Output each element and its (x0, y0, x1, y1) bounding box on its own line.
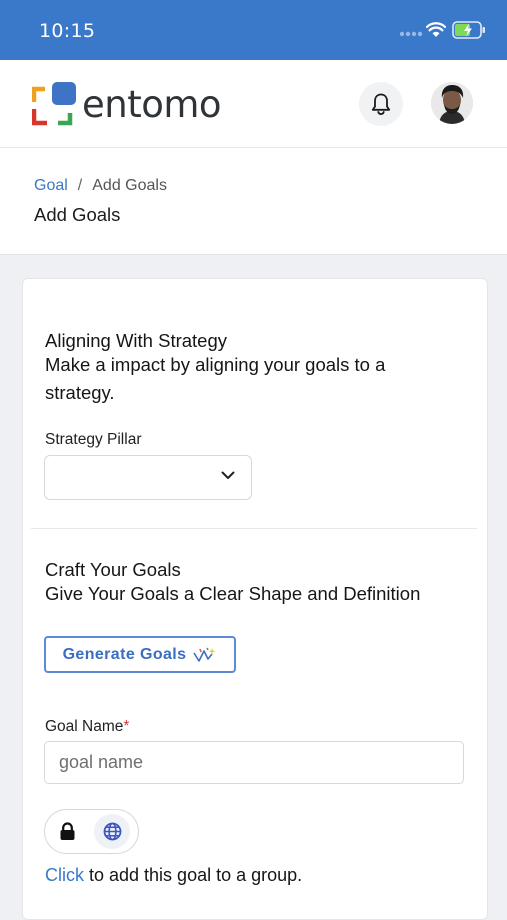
craft-subheading: Give Your Goals a Clear Shape and Defini… (45, 583, 421, 604)
page-title-area: Goal / Add Goals Add Goals (0, 148, 507, 255)
generate-goals-button[interactable]: Generate Goals (44, 636, 236, 673)
breadcrumb: Goal / Add Goals (34, 177, 167, 195)
notifications-button[interactable] (359, 82, 403, 126)
craft-heading: Craft Your Goals (45, 559, 181, 580)
sparkle-icon (193, 647, 216, 662)
lock-icon[interactable] (59, 822, 76, 841)
chevron-down-icon (221, 471, 235, 479)
breadcrumb-goal-link[interactable]: Goal (34, 177, 68, 194)
wifi-icon (426, 22, 446, 37)
strategy-pillar-select[interactable] (44, 455, 252, 500)
user-photo (431, 82, 473, 124)
breadcrumb-separator: / (77, 177, 83, 194)
group-hint-text: to add this goal to a group. (84, 865, 303, 885)
battery-icon (452, 21, 485, 39)
globe-option[interactable] (94, 814, 130, 849)
breadcrumb-current: Add Goals (92, 177, 167, 194)
goal-name-input[interactable] (44, 741, 464, 784)
globe-icon (103, 822, 121, 841)
strategy-subheading: Make a impact by aligning your goals to … (45, 354, 386, 403)
status-bar: 10:15 (0, 0, 507, 60)
generate-goals-label: Generate Goals (62, 645, 187, 663)
status-time: 10:15 (39, 20, 96, 42)
strategy-heading: Aligning With Strategy (45, 330, 228, 351)
app-header: entomo (0, 60, 507, 148)
goal-name-label-text: Goal Name (45, 718, 124, 735)
entomo-logo[interactable] (32, 82, 76, 126)
strategy-pillar-label: Strategy Pillar (45, 431, 142, 448)
required-marker: * (123, 718, 130, 735)
cellular-signal-icon (399, 31, 423, 37)
bell-icon (371, 93, 391, 115)
group-hint: Click to add this goal to a group. (45, 865, 302, 886)
goal-name-label: Goal Name* (45, 718, 129, 736)
visibility-toggle[interactable] (44, 809, 139, 854)
user-avatar[interactable] (431, 82, 473, 124)
page-title: Add Goals (34, 204, 121, 225)
logo-text: entomo (82, 83, 222, 126)
add-goal-form-card: Aligning With Strategy Make a impact by … (22, 278, 488, 920)
add-to-group-link[interactable]: Click (45, 865, 84, 885)
section-divider (31, 528, 477, 529)
